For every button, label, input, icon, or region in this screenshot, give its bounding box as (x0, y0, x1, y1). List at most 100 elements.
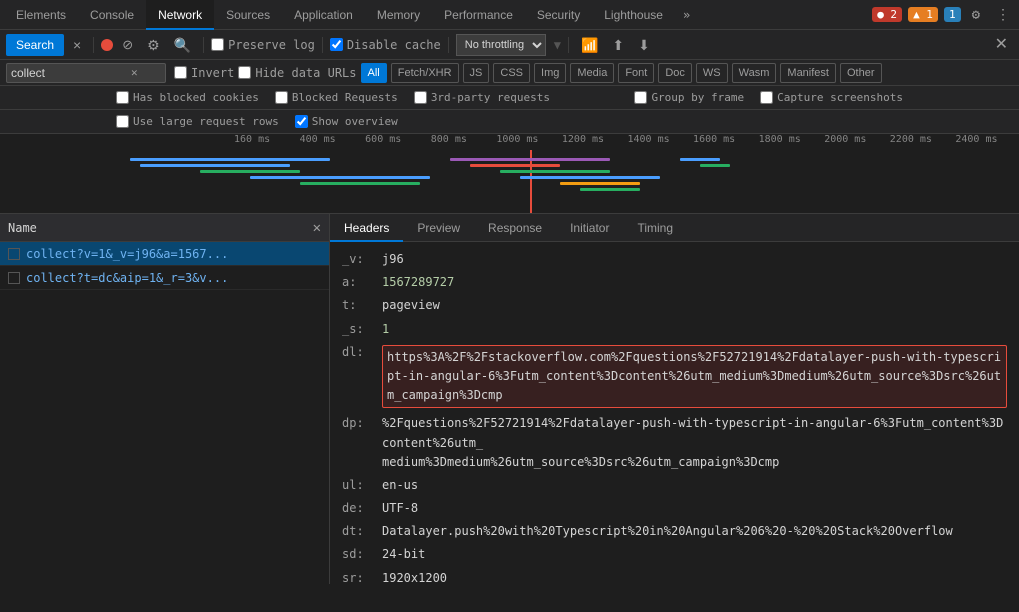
type-manifest[interactable]: Manifest (780, 63, 836, 83)
tab-performance[interactable]: Performance (432, 0, 525, 30)
timeline-label-1400: 1400 ms (625, 134, 691, 150)
more-tabs-icon[interactable]: » (675, 8, 698, 22)
group-by-frame-item: Group by frame (634, 91, 744, 104)
disable-cache-group: Disable cache (330, 38, 441, 52)
timeline-labels: 160 ms 400 ms 600 ms 800 ms 1000 ms 1200… (0, 134, 1019, 150)
timeline-label-400: 400 ms (298, 134, 364, 150)
group-by-frame-checkbox[interactable] (634, 91, 647, 104)
use-large-rows-checkbox[interactable] (116, 115, 129, 128)
details-tab-preview[interactable]: Preview (403, 214, 474, 242)
timeline-bar-1 (130, 158, 330, 161)
request-item-1[interactable]: collect?v=1&_v=j96&a=1567... (0, 242, 329, 266)
param-val-dp: %2Fquestions%2F52721914%2Fdatalayer-push… (382, 414, 1007, 472)
timeline-label-160: 160 ms (232, 134, 298, 150)
clear-button[interactable]: ⊘ (117, 36, 138, 53)
blocked-requests-label: Blocked Requests (292, 91, 398, 104)
type-other[interactable]: Other (840, 63, 882, 83)
has-blocked-cookies-label: Has blocked cookies (133, 91, 259, 104)
tab-lighthouse[interactable]: Lighthouse (592, 0, 675, 30)
main-content: Name ✕ collect?v=1&_v=j96&a=1567... coll… (0, 214, 1019, 584)
type-media[interactable]: Media (570, 63, 614, 83)
timeline-bar-9 (520, 176, 660, 179)
timeline-bar-5 (300, 182, 420, 185)
filter-bar: ✕ Invert Hide data URLs All Fetch/XHR JS… (0, 60, 1019, 86)
import-icon[interactable]: ⬆ (607, 36, 629, 54)
details-tab-timing[interactable]: Timing (623, 214, 687, 242)
details-tab-response[interactable]: Response (474, 214, 556, 242)
tab-console[interactable]: Console (78, 0, 146, 30)
param-val-ul: en-us (382, 476, 418, 495)
tab-memory[interactable]: Memory (365, 0, 432, 30)
filter-input[interactable] (11, 66, 131, 80)
third-party-item: 3rd-party requests (414, 91, 550, 104)
type-img[interactable]: Img (534, 63, 566, 83)
close-search-button[interactable]: × (68, 36, 86, 54)
details-pane: Headers Preview Response Initiator Timin… (330, 214, 1019, 584)
type-font[interactable]: Font (618, 63, 654, 83)
type-all[interactable]: All (361, 63, 387, 83)
tab-elements[interactable]: Elements (4, 0, 78, 30)
type-wasm[interactable]: Wasm (732, 63, 777, 83)
timeline-bar-4 (250, 176, 430, 179)
timeline-label-2000: 2000 ms (822, 134, 888, 150)
param-row-dl: dl: https%3A%2F%2Fstackoverflow.com%2Fqu… (342, 341, 1007, 413)
has-blocked-cookies-checkbox[interactable] (116, 91, 129, 104)
preserve-log-group: Preserve log (211, 38, 315, 52)
timeline-bar-2 (140, 164, 290, 167)
details-tab-headers[interactable]: Headers (330, 214, 403, 242)
close-panel-icon[interactable]: ✕ (990, 35, 1013, 55)
preserve-log-checkbox[interactable] (211, 38, 224, 51)
request-checkbox-2[interactable] (8, 272, 20, 284)
type-js[interactable]: JS (463, 63, 490, 83)
hide-data-urls-checkbox[interactable] (238, 66, 251, 79)
param-row-dt: dt: Datalayer.push%20with%20Typescript%2… (342, 520, 1007, 543)
right-checkboxes: Group by frame Capture screenshots (634, 91, 903, 104)
param-key-dt: dt: (342, 522, 382, 541)
request-list: Name ✕ collect?v=1&_v=j96&a=1567... coll… (0, 214, 330, 584)
capture-screenshots-label: Capture screenshots (777, 91, 903, 104)
show-overview-checkbox[interactable] (295, 115, 308, 128)
param-key-de: de: (342, 499, 382, 518)
request-list-header: Name ✕ (0, 214, 329, 242)
capture-screenshots-checkbox[interactable] (760, 91, 773, 104)
more-options-icon[interactable]: ⋮ (991, 6, 1015, 24)
error-badge: ● 2 (872, 7, 902, 22)
filter-button[interactable]: ⚙ (142, 36, 165, 54)
tab-security[interactable]: Security (525, 0, 592, 30)
tab-sources[interactable]: Sources (214, 0, 282, 30)
param-val-dl: https%3A%2F%2Fstackoverflow.com%2Fquesti… (387, 350, 1001, 402)
request-checkbox-1[interactable] (8, 248, 20, 260)
timeline-label-1200: 1200 ms (560, 134, 626, 150)
use-large-rows-label: Use large request rows (133, 115, 279, 128)
search-button[interactable]: Search (6, 34, 64, 56)
type-ws[interactable]: WS (696, 63, 728, 83)
search-icon[interactable]: 🔍 (169, 36, 196, 54)
tab-application[interactable]: Application (282, 0, 365, 30)
param-val-v: j96 (382, 250, 404, 269)
timeline-bar-13 (700, 164, 730, 167)
record-button[interactable] (101, 39, 113, 51)
type-doc[interactable]: Doc (658, 63, 692, 83)
type-css[interactable]: CSS (493, 63, 530, 83)
param-row-dp: dp: %2Fquestions%2F52721914%2Fdatalayer-… (342, 412, 1007, 474)
timeline-label-1600: 1600 ms (691, 134, 757, 150)
settings-icon[interactable]: ⚙ (967, 6, 985, 24)
disable-cache-checkbox[interactable] (330, 38, 343, 51)
devtools-badges: ● 2 ▲ 1 1 ⚙ ⋮ (872, 6, 1015, 24)
type-fetch-xhr[interactable]: Fetch/XHR (391, 63, 459, 83)
param-key-t: t: (342, 296, 382, 315)
details-tab-initiator[interactable]: Initiator (556, 214, 623, 242)
tab-network[interactable]: Network (146, 0, 214, 30)
wifi-icon[interactable]: 📶 (576, 36, 603, 54)
blocked-requests-checkbox[interactable] (275, 91, 288, 104)
invert-group: Invert (174, 66, 234, 80)
timeline-label-1000: 1000 ms (494, 134, 560, 150)
export-icon[interactable]: ⬇ (633, 36, 655, 54)
throttle-select[interactable]: No throttling (456, 34, 546, 56)
param-row-sd: sd: 24-bit (342, 543, 1007, 566)
close-details-button[interactable]: ✕ (313, 220, 321, 236)
filter-clear-button[interactable]: ✕ (131, 66, 138, 79)
third-party-checkbox[interactable] (414, 91, 427, 104)
request-item-2[interactable]: collect?t=dc&aip=1&_r=3&v... (0, 266, 329, 290)
invert-checkbox[interactable] (174, 66, 187, 79)
